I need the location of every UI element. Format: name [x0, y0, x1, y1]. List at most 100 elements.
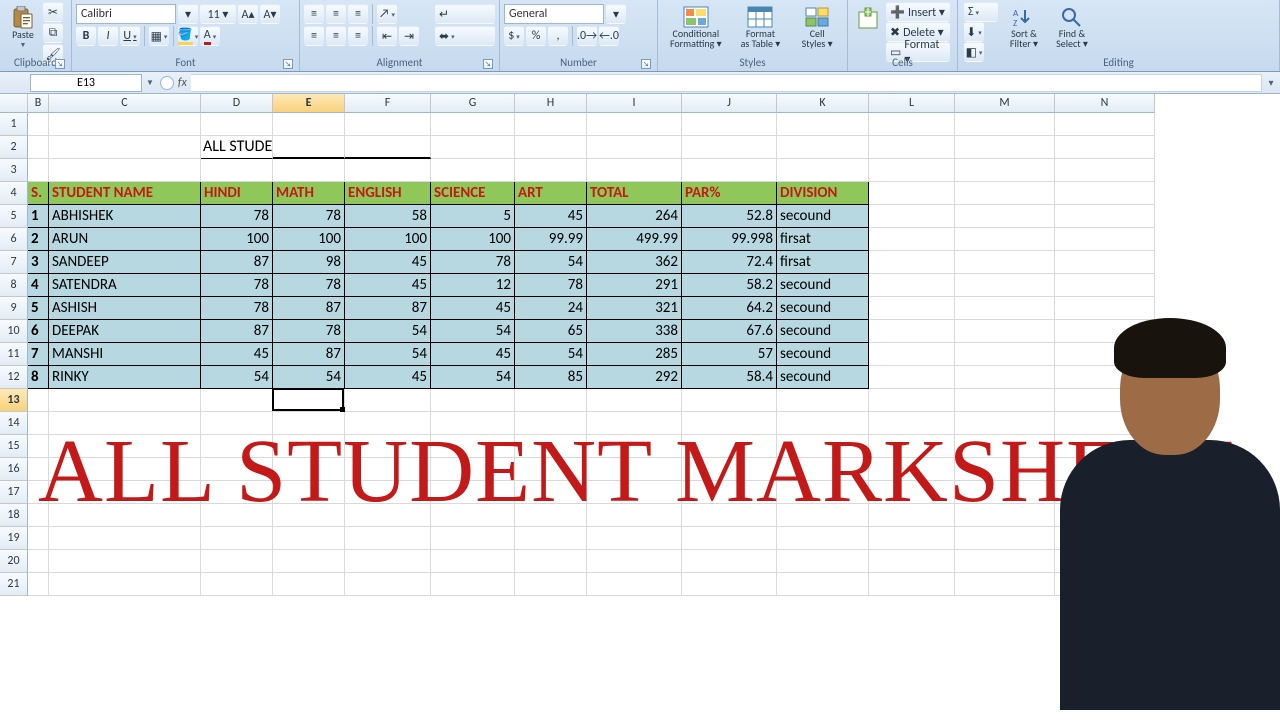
- column-header-K[interactable]: K: [777, 94, 869, 113]
- cell-G12[interactable]: 54: [431, 366, 515, 389]
- borders-button[interactable]: ▦▾: [149, 26, 169, 46]
- column-header-C[interactable]: C: [49, 94, 201, 113]
- cell-F9[interactable]: 87: [345, 297, 431, 320]
- cell-H11[interactable]: 54: [515, 343, 587, 366]
- row-header-9[interactable]: 9: [0, 297, 28, 320]
- cell-K12[interactable]: secound: [777, 366, 869, 389]
- cell-F8[interactable]: 45: [345, 274, 431, 297]
- find-select-button[interactable]: Find &Select ▾: [1048, 2, 1096, 52]
- cell-B3[interactable]: [28, 159, 49, 182]
- name-box-dropdown[interactable]: ▼: [146, 78, 154, 88]
- row-header-17[interactable]: 17: [0, 481, 28, 504]
- cell-N2[interactable]: [1055, 136, 1155, 159]
- cell-F6[interactable]: 100: [345, 228, 431, 251]
- cell-E20[interactable]: [273, 550, 345, 573]
- cell-J20[interactable]: [682, 550, 777, 573]
- cell-L7[interactable]: [869, 251, 955, 274]
- cell-I2[interactable]: [587, 136, 682, 159]
- cell-F19[interactable]: [345, 527, 431, 550]
- wrap-text-button[interactable]: ↵: [435, 4, 495, 24]
- cell-M11[interactable]: [955, 343, 1055, 366]
- align-right-button[interactable]: ≡: [348, 26, 368, 46]
- cell-H6[interactable]: 99.99: [515, 228, 587, 251]
- cell-G4[interactable]: SCIENCE: [431, 182, 515, 205]
- cell-N4[interactable]: [1055, 182, 1155, 205]
- cell-I12[interactable]: 292: [587, 366, 682, 389]
- cell-G9[interactable]: 45: [431, 297, 515, 320]
- cell-D20[interactable]: [201, 550, 273, 573]
- cell-I3[interactable]: [587, 159, 682, 182]
- dialog-launcher-icon[interactable]: ↘: [641, 59, 651, 69]
- cell-E21[interactable]: [273, 573, 345, 596]
- decrease-indent-button[interactable]: ⇤: [377, 26, 397, 46]
- cell-M7[interactable]: [955, 251, 1055, 274]
- cell-L21[interactable]: [869, 573, 955, 596]
- column-header-I[interactable]: I: [587, 94, 682, 113]
- cell-G2[interactable]: [431, 136, 515, 159]
- cell-D13[interactable]: [201, 389, 273, 412]
- cell-D21[interactable]: [201, 573, 273, 596]
- cell-B11[interactable]: 7: [28, 343, 49, 366]
- cell-E9[interactable]: 87: [273, 297, 345, 320]
- cell-C21[interactable]: [49, 573, 201, 596]
- cell-G20[interactable]: [431, 550, 515, 573]
- row-header-8[interactable]: 8: [0, 274, 28, 297]
- cell-I7[interactable]: 362: [587, 251, 682, 274]
- cell-L11[interactable]: [869, 343, 955, 366]
- cell-J4[interactable]: PAR%: [682, 182, 777, 205]
- conditional-formatting-button[interactable]: ConditionalFormatting ▾: [662, 2, 730, 52]
- cell-C19[interactable]: [49, 527, 201, 550]
- cell-E4[interactable]: MATH: [273, 182, 345, 205]
- cell-styles-button[interactable]: CellStyles ▾: [791, 2, 843, 52]
- merge-center-button[interactable]: ⬌▾: [435, 26, 495, 46]
- cell-H21[interactable]: [515, 573, 587, 596]
- cell-J2[interactable]: [682, 136, 777, 159]
- cell-H12[interactable]: 85: [515, 366, 587, 389]
- cell-L8[interactable]: [869, 274, 955, 297]
- cell-K13[interactable]: [777, 389, 869, 412]
- cell-M1[interactable]: [955, 113, 1055, 136]
- fx-icon[interactable]: fx: [178, 76, 187, 90]
- cell-J19[interactable]: [682, 527, 777, 550]
- cell-C1[interactable]: [49, 113, 201, 136]
- cell-J11[interactable]: 57: [682, 343, 777, 366]
- cell-C7[interactable]: SANDEEP: [49, 251, 201, 274]
- format-as-table-button[interactable]: Formatas Table ▾: [730, 2, 792, 52]
- row-header-2[interactable]: 2: [0, 136, 28, 159]
- cell-E7[interactable]: 98: [273, 251, 345, 274]
- row-header-10[interactable]: 10: [0, 320, 28, 343]
- cell-D12[interactable]: 54: [201, 366, 273, 389]
- cell-C4[interactable]: STUDENT NAME: [49, 182, 201, 205]
- cell-F10[interactable]: 54: [345, 320, 431, 343]
- cell-F7[interactable]: 45: [345, 251, 431, 274]
- cell-E6[interactable]: 100: [273, 228, 345, 251]
- cell-J3[interactable]: [682, 159, 777, 182]
- cell-C3[interactable]: [49, 159, 201, 182]
- cell-E11[interactable]: 87: [273, 343, 345, 366]
- cell-H2[interactable]: [515, 136, 587, 159]
- cancel-formula-icon[interactable]: [160, 76, 174, 90]
- cell-K9[interactable]: secound: [777, 297, 869, 320]
- cell-E19[interactable]: [273, 527, 345, 550]
- cell-D10[interactable]: 87: [201, 320, 273, 343]
- row-header-13[interactable]: 13: [0, 389, 28, 412]
- cell-G10[interactable]: 54: [431, 320, 515, 343]
- dialog-launcher-icon[interactable]: ↘: [55, 59, 65, 69]
- font-color-button[interactable]: A▾: [200, 26, 220, 46]
- cell-C2[interactable]: [49, 136, 201, 159]
- column-header-L[interactable]: L: [869, 94, 955, 113]
- cell-M8[interactable]: [955, 274, 1055, 297]
- cell-I10[interactable]: 338: [587, 320, 682, 343]
- cell-J1[interactable]: [682, 113, 777, 136]
- cell-B5[interactable]: 1: [28, 205, 49, 228]
- cell-M9[interactable]: [955, 297, 1055, 320]
- row-header-11[interactable]: 11: [0, 343, 28, 366]
- cell-K1[interactable]: [777, 113, 869, 136]
- cell-I1[interactable]: [587, 113, 682, 136]
- cell-C8[interactable]: SATENDRA: [49, 274, 201, 297]
- align-center-button[interactable]: ≡: [326, 26, 346, 46]
- decrease-font-button[interactable]: A▾: [260, 4, 280, 24]
- cell-G5[interactable]: 5: [431, 205, 515, 228]
- cell-D19[interactable]: [201, 527, 273, 550]
- cell-I20[interactable]: [587, 550, 682, 573]
